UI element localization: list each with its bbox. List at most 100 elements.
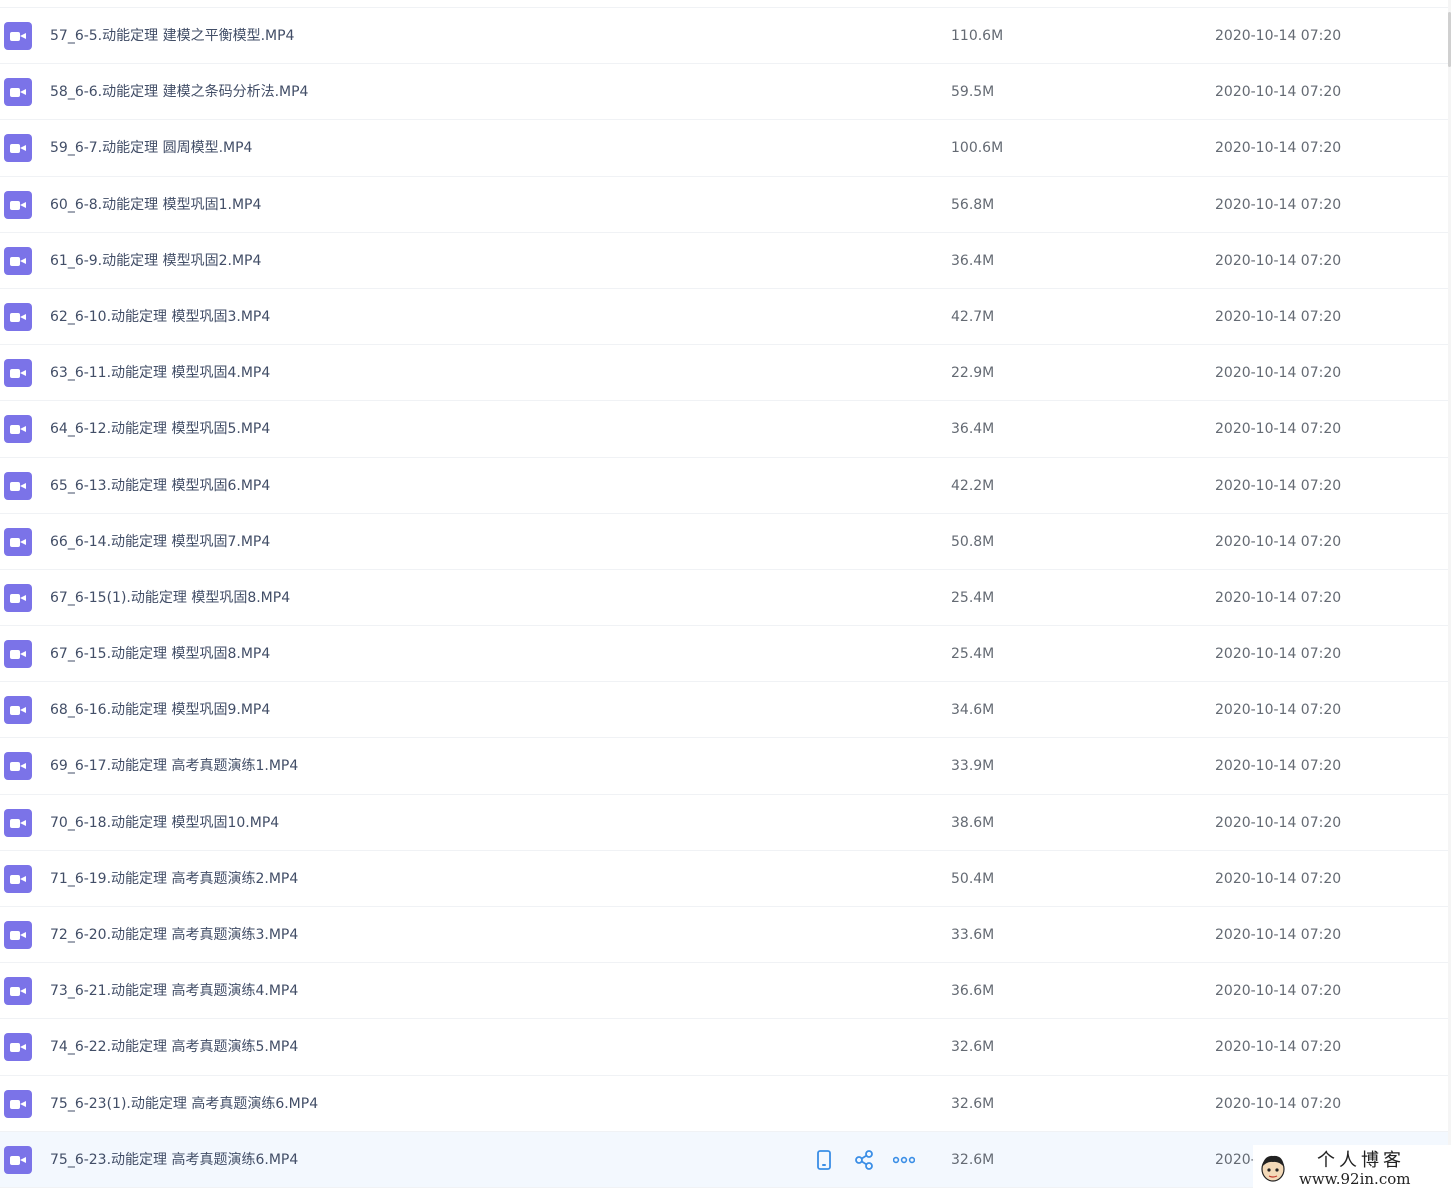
file-modified-date: 2020-	[1215, 1151, 1256, 1168]
file-row[interactable]: 71_6-19.动能定理 高考真题演练2.MP4 50.4M 2020-10-14 …	[0, 851, 1451, 907]
file-name[interactable]: 73_6-21.动能定理 高考真题演练4.MP4	[50, 981, 298, 1001]
file-name[interactable]: 62_6-10.动能定理 模型巩固3.MP4	[50, 307, 270, 327]
file-row[interactable]: 66_6-14.动能定理 模型巩固7.MP4 50.8M 2020-10-14 07…	[0, 514, 1451, 570]
file-modified-date: 2020-10-14 07:20	[1215, 252, 1342, 269]
file-row[interactable]: 69_6-17.动能定理 高考真题演练1.MP4 33.9M 2020-10-14 …	[0, 738, 1451, 795]
file-size: 36.4M	[951, 421, 995, 438]
file-modified-date: 2020-10-14 07:20	[1215, 870, 1342, 887]
file-modified-date: 2020-10-14 07:20	[1215, 927, 1342, 943]
file-modified-date: 2020-10-14 07:20	[1215, 28, 1342, 44]
file-name[interactable]: 64_6-12.动能定理 模型巩固5.MP4	[50, 419, 270, 439]
file-modified-date: 2020-10-14 07:20	[1215, 589, 1342, 606]
file-name[interactable]: 67_6-15(1).动能定理 模型巩固8.MP4	[50, 588, 290, 608]
file-size: 100.6M	[951, 140, 1004, 157]
file-size: 32.6M	[951, 1039, 995, 1056]
file-size: 33.9M	[951, 758, 995, 775]
file-modified-date: 2020-10-14 07:20	[1215, 1039, 1342, 1056]
file-modified-date: 2020-10-14 07:20	[1215, 84, 1342, 101]
file-size: 59.5M	[951, 84, 995, 101]
video-file-icon	[4, 808, 32, 837]
file-row[interactable]: 67_6-15(1).动能定理 模型巩固8.MP4 25.4M 2020-10-14…	[0, 570, 1451, 627]
file-modified-date: 2020-10-14 07:20	[1215, 140, 1342, 157]
file-row[interactable]: 67_6-15.动能定理 模型巩固8.MP4 25.4M 2020-10-14 07…	[0, 626, 1451, 683]
more-button[interactable]	[892, 1148, 916, 1172]
file-name[interactable]: 58_6-6.动能定理 建模之条码分析法.MP4	[50, 82, 308, 102]
video-file-icon	[4, 583, 32, 612]
video-file-icon	[4, 1089, 32, 1118]
video-file-icon	[4, 22, 32, 50]
file-row[interactable]: 62_6-10.动能定理 模型巩固3.MP4 42.7M 2020-10-14 07…	[0, 289, 1451, 346]
video-file-icon	[4, 190, 32, 219]
more-icon	[893, 1156, 915, 1164]
file-row[interactable]: 74_6-22.动能定理 高考真题演练5.MP4 32.6M 2020-10-14 …	[0, 1019, 1451, 1076]
file-row[interactable]: 63_6-11.动能定理 模型巩固4.MP4 22.9M 2020-10-14 07…	[0, 345, 1451, 402]
watermark-title: 个人博客	[1317, 1150, 1405, 1171]
file-size: 32.6M	[951, 1151, 995, 1168]
video-file-icon	[4, 864, 32, 893]
file-row[interactable]: 68_6-16.动能定理 模型巩固9.MP4 34.6M 2020-10-14 07…	[0, 682, 1451, 739]
file-size: 33.6M	[951, 927, 995, 943]
file-name[interactable]: 63_6-11.动能定理 模型巩固4.MP4	[50, 363, 270, 383]
file-modified-date: 2020-10-14 07:20	[1215, 814, 1342, 831]
video-file-icon	[4, 302, 32, 331]
file-row[interactable]: 70_6-18.动能定理 模型巩固10.MP4 38.6M 2020-10-14 0…	[0, 795, 1451, 851]
file-size: 50.8M	[951, 533, 995, 550]
video-file-icon	[4, 78, 32, 107]
file-row[interactable]: 64_6-12.动能定理 模型巩固5.MP4 36.4M 2020-10-14 07…	[0, 401, 1451, 458]
video-file-icon	[4, 1145, 32, 1174]
file-row[interactable]: 75_6-23.动能定理 高考真题演练6.MP4 32.6M 2020-	[0, 1131, 1451, 1188]
file-name[interactable]: 75_6-23(1).动能定理 高考真题演练6.MP4	[50, 1094, 318, 1114]
file-row[interactable]: 61_6-9.动能定理 模型巩固2.MP4 36.4M 2020-10-14 07:…	[0, 233, 1451, 289]
file-size: 56.8M	[951, 196, 995, 213]
file-name[interactable]: 61_6-9.动能定理 模型巩固2.MP4	[50, 251, 261, 271]
video-file-icon	[4, 359, 32, 388]
video-file-icon	[4, 134, 32, 163]
video-file-icon	[4, 640, 32, 669]
video-file-icon	[4, 752, 32, 781]
share-button[interactable]	[852, 1148, 876, 1172]
file-modified-date: 2020-10-14 07:20	[1215, 983, 1342, 1000]
file-name[interactable]: 57_6-5.动能定理 建模之平衡模型.MP4	[50, 26, 294, 46]
file-row[interactable]: 60_6-8.动能定理 模型巩固1.MP4 56.8M 2020-10-14 07:…	[0, 177, 1451, 233]
file-name[interactable]: 70_6-18.动能定理 模型巩固10.MP4	[50, 813, 279, 833]
file-row[interactable]: 75_6-23(1).动能定理 高考真题演练6.MP4 32.6M 2020-10-…	[0, 1076, 1451, 1132]
file-modified-date: 2020-10-14 07:20	[1215, 758, 1342, 775]
file-size: 34.6M	[951, 702, 995, 719]
file-name[interactable]: 65_6-13.动能定理 模型巩固6.MP4	[50, 476, 270, 496]
file-name[interactable]: 72_6-20.动能定理 高考真题演练3.MP4	[50, 925, 298, 945]
file-size: 42.7M	[951, 308, 995, 325]
phone-icon	[816, 1149, 832, 1170]
file-size: 36.6M	[951, 983, 995, 1000]
file-row[interactable]: 59_6-7.动能定理 圆周模型.MP4 100.6M 2020-10-14 07:…	[0, 120, 1451, 177]
file-row[interactable]: 72_6-20.动能定理 高考真题演练3.MP4 33.6M 2020-10-14 …	[0, 907, 1451, 964]
file-name[interactable]: 68_6-16.动能定理 模型巩固9.MP4	[50, 700, 270, 720]
watermark: 个人博客 www.92in.com	[1253, 1145, 1451, 1192]
file-row[interactable]: 58_6-6.动能定理 建模之条码分析法.MP4 59.5M 2020-10-14 …	[0, 64, 1451, 121]
file-name[interactable]: 59_6-7.动能定理 圆周模型.MP4	[50, 138, 252, 158]
file-row[interactable]: 65_6-13.动能定理 模型巩固6.MP4 42.2M 2020-10-14 07…	[0, 458, 1451, 514]
file-modified-date: 2020-10-14 07:20	[1215, 533, 1342, 550]
file-modified-date: 2020-10-14 07:20	[1215, 477, 1342, 494]
file-list: 57_6-5.动能定理 建模之平衡模型.MP4 110.6M 2020-10-14 …	[0, 7, 1451, 1188]
video-file-icon	[4, 921, 32, 949]
share-icon	[854, 1149, 874, 1170]
avatar-face-icon	[1261, 1155, 1285, 1182]
file-modified-date: 2020-10-14 07:20	[1215, 646, 1342, 663]
file-modified-date: 2020-10-14 07:20	[1215, 1095, 1342, 1112]
file-name[interactable]: 66_6-14.动能定理 模型巩固7.MP4	[50, 532, 270, 552]
file-name[interactable]: 71_6-19.动能定理 高考真题演练2.MP4	[50, 869, 298, 889]
file-size: 110.6M	[951, 28, 1004, 44]
file-row[interactable]: 57_6-5.动能定理 建模之平衡模型.MP4 110.6M 2020-10-14 …	[0, 8, 1451, 65]
file-name[interactable]: 74_6-22.动能定理 高考真题演练5.MP4	[50, 1037, 298, 1057]
file-size: 36.4M	[951, 252, 995, 269]
file-name[interactable]: 60_6-8.动能定理 模型巩固1.MP4	[50, 195, 261, 215]
file-name[interactable]: 75_6-23.动能定理 高考真题演练6.MP4	[50, 1150, 298, 1170]
file-modified-date: 2020-10-14 07:20	[1215, 702, 1342, 719]
file-row[interactable]: 73_6-21.动能定理 高考真题演练4.MP4 36.6M 2020-10-14 …	[0, 963, 1451, 1020]
file-modified-date: 2020-10-14 07:20	[1215, 365, 1342, 382]
file-name[interactable]: 67_6-15.动能定理 模型巩固8.MP4	[50, 644, 270, 664]
file-name[interactable]: 69_6-17.动能定理 高考真题演练1.MP4	[50, 756, 298, 776]
send-to-phone-button[interactable]	[812, 1148, 836, 1172]
file-size: 22.9M	[951, 365, 995, 382]
video-file-icon	[4, 471, 32, 500]
